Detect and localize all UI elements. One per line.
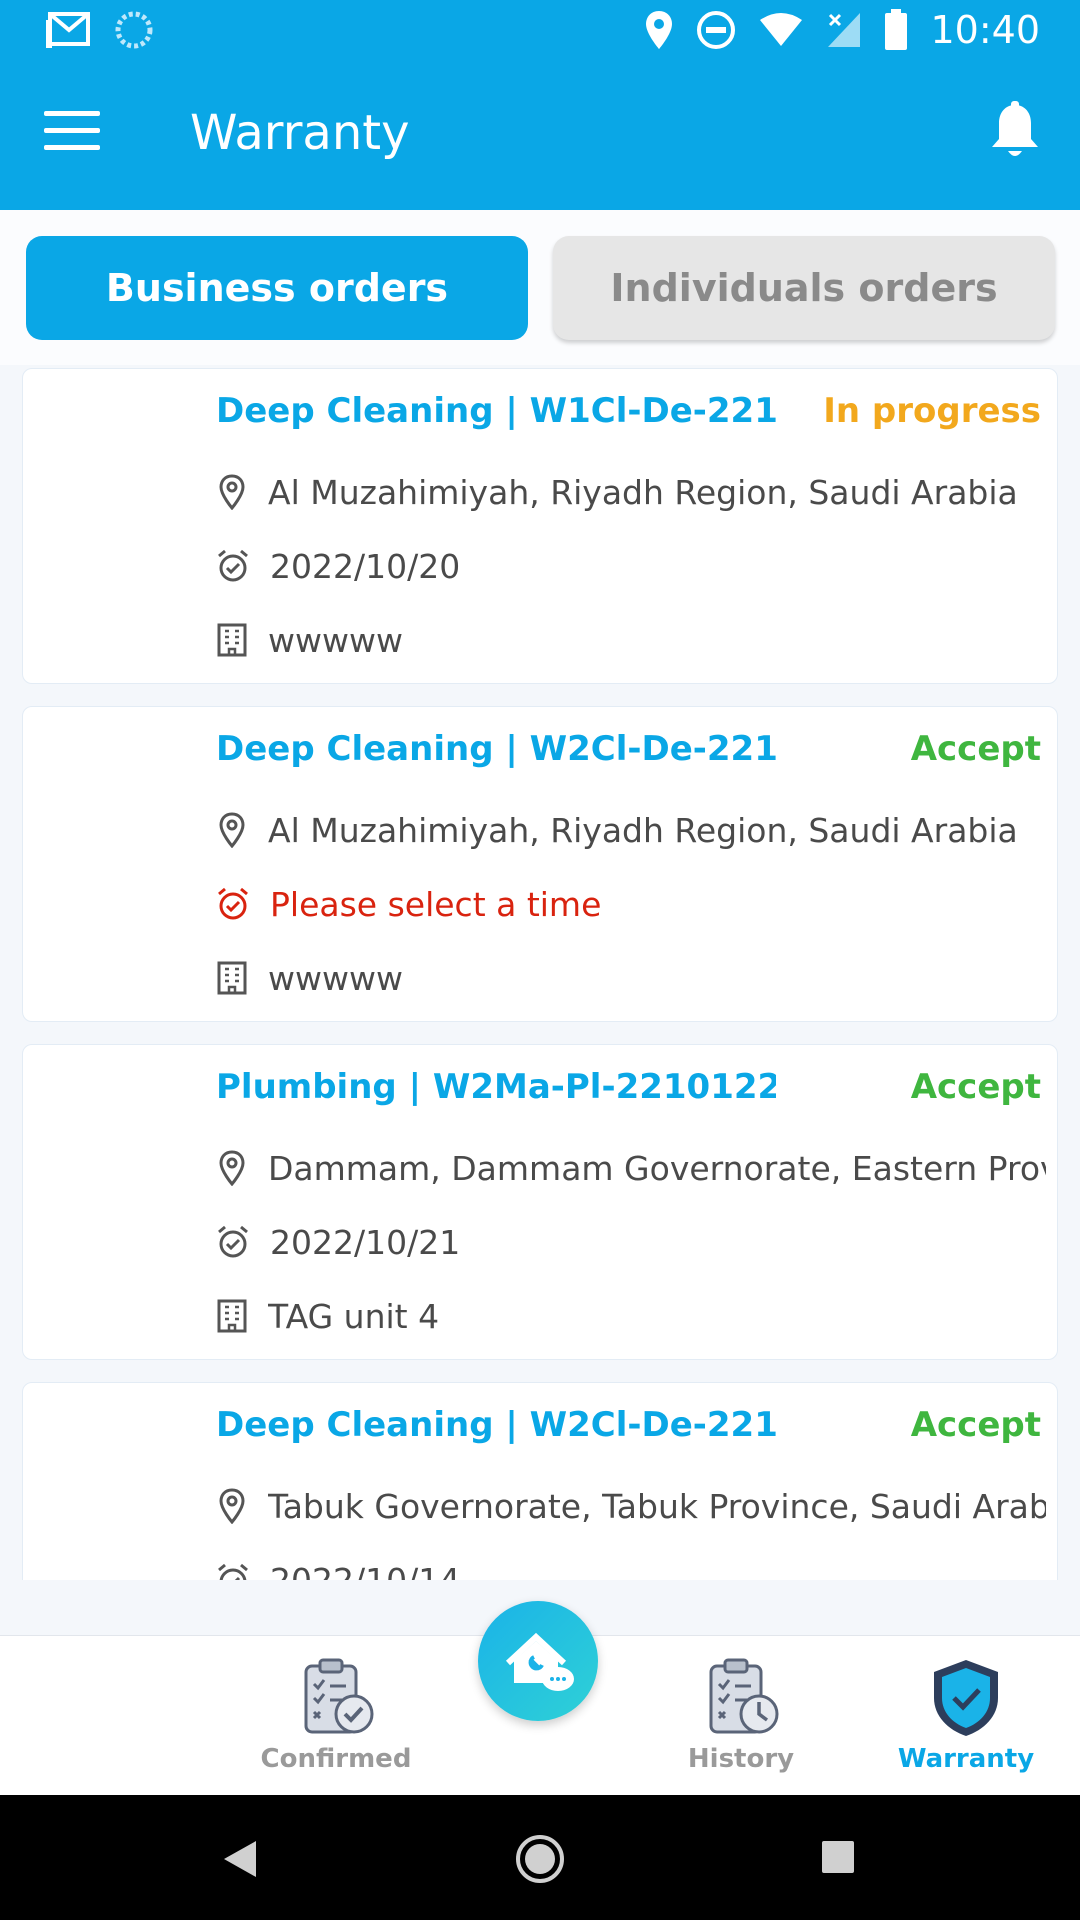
location-row: Dammam, Dammam Governorate, Eastern Prov… <box>216 1143 1046 1193</box>
hamburger-icon <box>44 111 100 116</box>
notifications-button[interactable] <box>988 101 1042 161</box>
unit-row: wwwww <box>216 615 1046 665</box>
order-date: 2022/10/14 <box>270 1560 461 1581</box>
tab-individuals-orders[interactable]: Individuals orders <box>553 236 1055 340</box>
order-card[interactable]: Deep Cleaning | W1Cl-De-22101... In prog… <box>22 368 1058 684</box>
location-pin-icon <box>219 1488 245 1524</box>
unit-row: wwwww <box>216 953 1046 1003</box>
date-row: 2022/10/21 <box>216 1217 1046 1267</box>
status-bar: 10:40 <box>0 0 1080 63</box>
alarm-clock-icon <box>218 549 248 582</box>
system-nav-bar <box>0 1795 1080 1920</box>
order-title: Plumbing | W2Ma-Pl-221012211... <box>216 1067 776 1107</box>
building-icon <box>217 961 247 995</box>
nav-history-label: History <box>687 1744 795 1774</box>
status-time: 10:40 <box>930 8 1040 52</box>
nav-warranty[interactable]: Warranty <box>866 1656 1066 1774</box>
back-icon[interactable] <box>222 1839 258 1879</box>
unit-row: TAG unit 4 <box>216 1291 1046 1341</box>
no-signal-icon <box>828 13 861 47</box>
shield-check-icon <box>934 1660 998 1736</box>
location-row: Al Muzahimiyah, Riyadh Region, Saudi Ara… <box>216 805 1046 855</box>
nav-confirmed[interactable]: Confirmed <box>236 1656 436 1774</box>
wifi-icon <box>760 13 803 46</box>
order-status: In progress <box>823 391 1041 431</box>
location-pin-icon <box>219 474 245 510</box>
order-location: Tabuk Governorate, Tabuk Province, Saudi… <box>268 1486 1046 1526</box>
location-row: Al Muzahimiyah, Riyadh Region, Saudi Ara… <box>216 467 1046 517</box>
date-row: 2022/10/14 <box>216 1555 1046 1580</box>
select-time-row[interactable]: Please select a time <box>216 879 1046 929</box>
nav-history[interactable]: History <box>641 1656 841 1774</box>
order-card[interactable]: Deep Cleaning | W2Cl-De-22101... Accept … <box>22 706 1058 1022</box>
order-title: Deep Cleaning | W1Cl-De-22101... <box>216 391 776 431</box>
home-icon[interactable] <box>514 1833 566 1885</box>
alarm-clock-icon <box>218 887 248 920</box>
app-bar: Warranty <box>0 63 1080 210</box>
location-icon <box>646 11 673 49</box>
order-location: Dammam, Dammam Governorate, Eastern Prov… <box>268 1148 1046 1188</box>
menu-button[interactable] <box>44 111 100 155</box>
nav-warranty-label: Warranty <box>897 1744 1035 1774</box>
order-unit: TAG unit 4 <box>268 1296 440 1336</box>
order-date: 2022/10/20 <box>270 546 461 586</box>
recents-icon[interactable] <box>820 1839 856 1875</box>
page-title: Warranty <box>190 105 410 161</box>
history-clipboard-icon <box>709 1658 779 1734</box>
order-unit: wwwww <box>268 958 403 998</box>
order-card[interactable]: Plumbing | W2Ma-Pl-221012211... Accept D… <box>22 1044 1058 1360</box>
dnd-icon <box>697 11 736 49</box>
alarm-clock-icon <box>218 1225 248 1258</box>
order-unit: wwwww <box>268 620 403 660</box>
confirmed-clipboard-icon <box>304 1658 374 1734</box>
tab-business-orders[interactable]: Business orders <box>26 236 528 340</box>
order-title: Deep Cleaning | W2Cl-De-22101... <box>216 729 776 769</box>
location-pin-icon <box>219 812 245 848</box>
order-list[interactable]: Deep Cleaning | W1Cl-De-22101... In prog… <box>0 365 1080 1580</box>
order-location: Al Muzahimiyah, Riyadh Region, Saudi Ara… <box>268 810 1018 850</box>
nav-confirmed-label: Confirmed <box>260 1744 412 1774</box>
order-card[interactable]: Deep Cleaning | W2Cl-De-22101... Accept … <box>22 1382 1058 1580</box>
order-status: Accept <box>910 729 1041 769</box>
date-row: 2022/10/20 <box>216 541 1046 591</box>
order-type-tabs: Business orders Individuals orders <box>0 210 1080 365</box>
status-right: 10:40 <box>644 8 1040 52</box>
home-service-chat-button[interactable] <box>478 1601 598 1721</box>
gmail-icon <box>46 12 90 48</box>
order-title: Deep Cleaning | W2Cl-De-22101... <box>216 1405 776 1445</box>
order-status: Accept <box>910 1405 1041 1445</box>
order-date: 2022/10/21 <box>270 1222 461 1262</box>
order-status: Accept <box>910 1067 1041 1107</box>
bell-icon <box>992 101 1038 156</box>
order-location: Al Muzahimiyah, Riyadh Region, Saudi Ara… <box>268 472 1018 512</box>
location-row: Tabuk Governorate, Tabuk Province, Saudi… <box>216 1481 1046 1531</box>
building-icon <box>217 1299 247 1333</box>
status-left <box>44 10 154 50</box>
location-pin-icon <box>219 1150 245 1186</box>
alarm-clock-icon <box>218 1563 248 1580</box>
battery-icon <box>885 9 908 50</box>
select-time-prompt[interactable]: Please select a time <box>270 885 601 924</box>
home-repair-chat-icon <box>505 1632 574 1691</box>
sync-icon <box>115 11 153 49</box>
building-icon <box>217 623 247 657</box>
